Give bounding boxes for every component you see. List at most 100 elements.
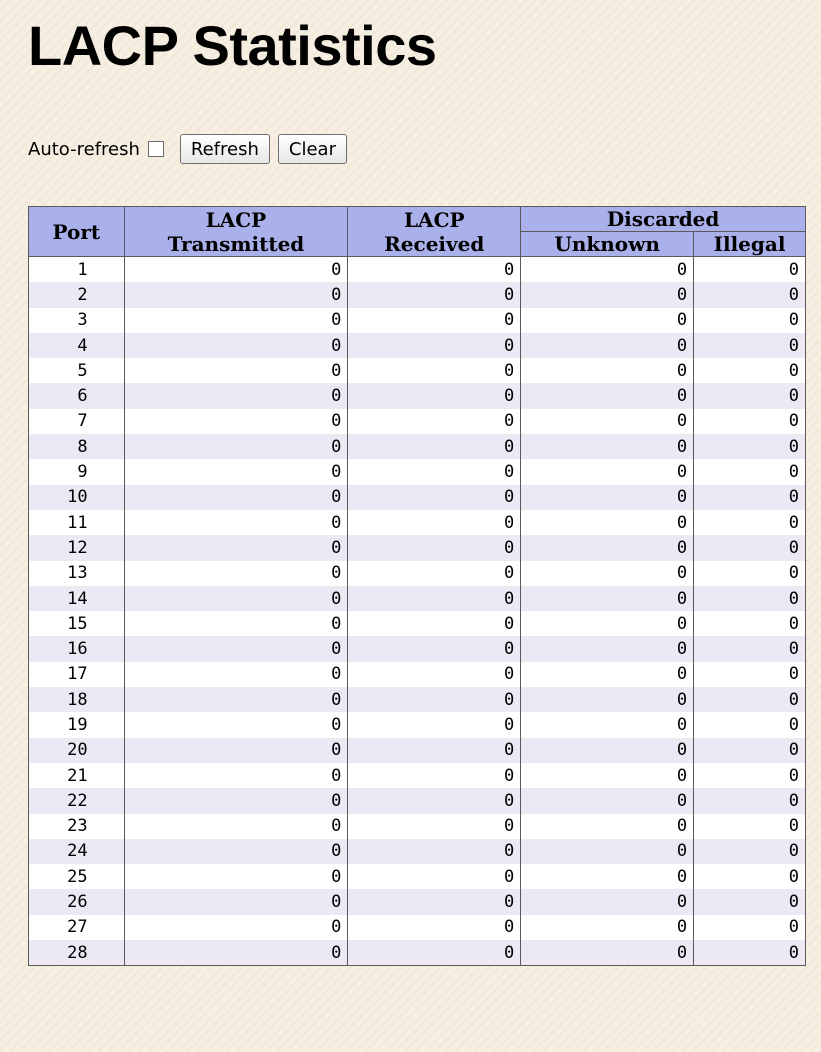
discarded-illegal-cell: 0 — [693, 611, 806, 637]
discarded-unknown-cell: 0 — [520, 687, 695, 713]
lacp-received-cell: 0 — [347, 914, 522, 941]
discarded-unknown-cell: 0 — [520, 864, 695, 890]
port-cell: 18 — [28, 687, 125, 713]
table-row: 10 0 0 0 0 — [28, 484, 806, 510]
lacp-transmitted-cell: 0 — [123, 560, 349, 586]
discarded-illegal-cell: 0 — [693, 282, 806, 308]
discarded-unknown-cell: 0 — [520, 712, 695, 738]
header-port: Port — [28, 206, 125, 257]
lacp-statistics-table: Port LACP Transmitted LACP Received Disc… — [28, 206, 806, 967]
lacp-transmitted-cell: 0 — [123, 813, 349, 839]
lacp-transmitted-cell: 0 — [123, 712, 349, 738]
port-cell: 16 — [28, 636, 125, 662]
discarded-illegal-cell: 0 — [693, 434, 806, 460]
discarded-unknown-cell: 0 — [520, 408, 695, 435]
lacp-transmitted-cell: 0 — [123, 889, 349, 915]
port-cell: 14 — [28, 585, 125, 612]
port-cell: 2 — [28, 282, 125, 308]
discarded-unknown-cell: 0 — [520, 509, 695, 536]
discarded-unknown-cell: 0 — [520, 332, 695, 359]
discarded-illegal-cell: 0 — [693, 307, 806, 333]
discarded-unknown-cell: 0 — [520, 788, 695, 814]
discarded-illegal-cell: 0 — [693, 535, 806, 561]
lacp-transmitted-cell: 0 — [123, 332, 349, 359]
discarded-unknown-cell: 0 — [520, 535, 695, 561]
discarded-illegal-cell: 0 — [693, 914, 806, 941]
lacp-transmitted-cell: 0 — [123, 307, 349, 333]
lacp-received-cell: 0 — [347, 358, 522, 384]
port-cell: 1 — [28, 256, 125, 283]
table-row: 15 0 0 0 0 — [28, 611, 806, 637]
page-title: LACP Statistics — [28, 14, 437, 77]
table-row: 20000 — [28, 282, 806, 308]
discarded-illegal-cell: 0 — [693, 687, 806, 713]
table-row: 60000 — [28, 383, 806, 409]
lacp-transmitted-cell: 0 — [123, 838, 349, 865]
lacp-transmitted-cell: 0 — [123, 940, 349, 967]
auto-refresh-label: Auto-refresh — [28, 138, 140, 160]
port-cell: 3 — [28, 307, 125, 333]
lacp-received-cell: 0 — [347, 408, 522, 435]
lacp-received-cell: 0 — [347, 611, 522, 637]
lacp-received-cell: 0 — [347, 788, 522, 814]
port-cell: 13 — [28, 560, 125, 586]
table-row: 19 0 0 0 0 — [28, 712, 806, 738]
port-cell: 24 — [28, 838, 125, 865]
discarded-unknown-cell: 0 — [520, 636, 695, 662]
discarded-unknown-cell: 0 — [520, 611, 695, 637]
lacp-transmitted-cell: 0 — [123, 864, 349, 890]
discarded-unknown-cell: 0 — [520, 940, 695, 967]
discarded-unknown-cell: 0 — [520, 560, 695, 586]
port-cell: 15 — [28, 611, 125, 637]
port-cell: 20 — [28, 737, 125, 763]
table-row: 25 0 0 0 0 — [28, 864, 806, 890]
discarded-illegal-cell: 0 — [693, 585, 806, 612]
discarded-unknown-cell: 0 — [520, 838, 695, 865]
auto-refresh-checkbox[interactable] — [147, 141, 164, 157]
port-cell: 11 — [28, 509, 125, 536]
port-cell: 6 — [28, 383, 125, 409]
discarded-illegal-cell: 0 — [693, 383, 806, 409]
lacp-transmitted-cell: 0 — [123, 788, 349, 814]
discarded-unknown-cell: 0 — [520, 762, 695, 789]
discarded-illegal-cell: 0 — [693, 762, 806, 789]
header-discarded: Discarded — [520, 206, 806, 232]
table-row: 27 0 0 0 0 — [28, 914, 806, 941]
discarded-unknown-cell: 0 — [520, 737, 695, 763]
discarded-unknown-cell: 0 — [520, 358, 695, 384]
table-row: 11 0 0 0 0 — [28, 509, 806, 536]
discarded-unknown-cell: 0 — [520, 282, 695, 308]
lacp-transmitted-cell: 0 — [123, 459, 349, 485]
discarded-unknown-cell: 0 — [520, 585, 695, 612]
lacp-received-cell: 0 — [347, 459, 522, 485]
table-row: 17 0 0 0 0 — [28, 661, 806, 688]
discarded-illegal-cell: 0 — [693, 838, 806, 865]
discarded-illegal-cell: 0 — [693, 509, 806, 536]
table-row: 90000 — [28, 459, 806, 485]
lacp-received-cell: 0 — [347, 307, 522, 333]
header-lacp-transmitted: LACP Transmitted — [123, 206, 349, 257]
lacp-received-cell: 0 — [347, 535, 522, 561]
discarded-illegal-cell: 0 — [693, 636, 806, 662]
header-unknown: Unknown — [520, 231, 695, 257]
lacp-transmitted-cell: 0 — [123, 509, 349, 536]
port-cell: 22 — [28, 788, 125, 814]
port-cell: 23 — [28, 813, 125, 839]
table-row: 14 0 0 0 0 — [28, 585, 806, 612]
table-row: 18 0 0 0 0 — [28, 687, 806, 713]
discarded-unknown-cell: 0 — [520, 256, 695, 283]
lacp-transmitted-cell: 0 — [123, 636, 349, 662]
lacp-received-cell: 0 — [347, 687, 522, 713]
lacp-received-cell: 0 — [347, 813, 522, 839]
lacp-received-cell: 0 — [347, 332, 522, 359]
discarded-illegal-cell: 0 — [693, 737, 806, 763]
lacp-transmitted-cell: 0 — [123, 434, 349, 460]
discarded-illegal-cell: 0 — [693, 661, 806, 688]
discarded-unknown-cell: 0 — [520, 459, 695, 485]
clear-button[interactable]: Clear — [277, 134, 347, 164]
table-row: 40000 — [28, 332, 806, 359]
page: LACP Statistics Auto-refresh Refresh Cle… — [0, 0, 821, 1052]
refresh-button[interactable]: Refresh — [179, 134, 270, 164]
port-cell: 19 — [28, 712, 125, 738]
lacp-received-cell: 0 — [347, 560, 522, 586]
